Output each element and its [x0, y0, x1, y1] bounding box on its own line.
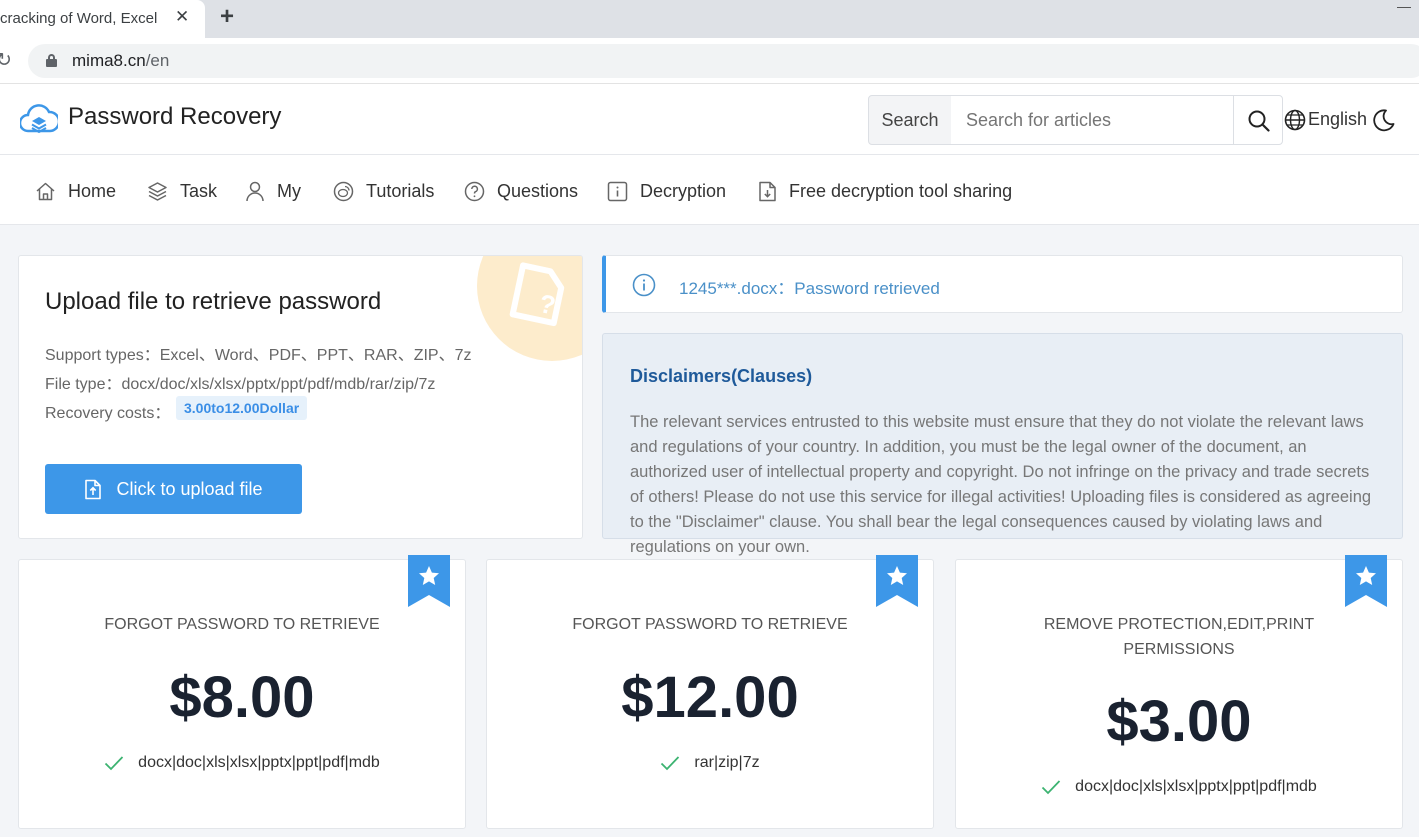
disclaimer-body: The relevant services entrusted to this …: [630, 413, 1372, 556]
upload-title: Upload file to retrieve password: [45, 288, 382, 315]
nav-item-free-tool-sharing[interactable]: Free decryption tool sharing: [758, 179, 1012, 203]
check-icon: [1042, 780, 1061, 795]
dark-mode-icon[interactable]: [1372, 108, 1396, 132]
user-icon: [246, 181, 264, 201]
recovery-cost-label: Recovery costs：: [45, 405, 171, 422]
upload-icon: [85, 479, 102, 499]
search-button[interactable]: [1233, 95, 1283, 145]
price-card[interactable]: FORGOT PASSWORD TO RETRIEVE $8.00 docx|d…: [18, 555, 466, 829]
site-title[interactable]: Password Recovery: [68, 103, 281, 131]
close-tab-icon[interactable]: ✕: [175, 7, 189, 27]
new-tab-icon[interactable]: +: [220, 3, 234, 31]
main-nav: Home Task My Tutorials Questions Decrypt…: [0, 155, 1419, 225]
price-amount: $8.00: [169, 665, 315, 730]
file-types: File type：docx/doc/xls/xlsx/pptx/ppt/pdf…: [45, 376, 436, 393]
question-icon: [464, 181, 485, 201]
price-card[interactable]: REMOVE PROTECTION,EDIT,PRINT PERMISSIONS…: [955, 555, 1403, 829]
star-ribbon-icon: [408, 555, 450, 607]
search-input[interactable]: [951, 95, 1234, 145]
star-ribbon-icon: [1345, 555, 1387, 607]
price-amount: $12.00: [621, 665, 799, 730]
price-formats: docx|doc|xls|xlsx|pptx|ppt|pdf|mdb: [956, 778, 1402, 796]
layers-icon: [148, 181, 167, 201]
address-bar: ↻ mima8.cn/en: [0, 38, 1419, 84]
search-label: Search: [868, 95, 952, 145]
star-ribbon-icon: [876, 555, 918, 607]
nav-item-questions[interactable]: Questions: [464, 179, 578, 203]
price-formats: docx|doc|xls|xlsx|pptx|ppt|pdf|mdb: [19, 754, 465, 772]
download-file-icon: [759, 181, 776, 201]
browser-tab[interactable]: cracking of Word, Excel ✕: [0, 0, 205, 38]
price-formats: rar|zip|7z: [487, 754, 933, 772]
price-plan-name: FORGOT PASSWORD TO RETRIEVE: [572, 616, 848, 633]
recovery-cost-badge: 3.00to12.00Dollar: [176, 396, 308, 420]
url-text[interactable]: mima8.cn/en: [72, 51, 169, 71]
decorative-circle: ?: [477, 256, 582, 361]
language-label: English: [1308, 109, 1368, 129]
nav-item-decryption[interactable]: Decryption: [607, 179, 726, 203]
tab-title: cracking of Word, Excel: [0, 10, 158, 27]
home-icon: [36, 182, 55, 200]
url-field[interactable]: mima8.cn/en: [28, 44, 1419, 78]
price-plan-name: REMOVE PROTECTION,EDIT,PRINT PERMISSIONS: [1043, 616, 1315, 658]
upload-file-button[interactable]: Click to upload file: [45, 464, 302, 514]
price-amount: $3.00: [1106, 689, 1252, 754]
search-icon: [1248, 110, 1270, 132]
disclaimer-title: Disclaimers(Clauses): [630, 366, 813, 386]
upload-card: ? Upload file to retrieve password Suppo…: [18, 255, 583, 539]
file-question-icon: ?: [509, 262, 565, 327]
price-plan-name: FORGOT PASSWORD TO RETRIEVE: [104, 616, 380, 633]
minimize-icon[interactable]: [1397, 7, 1411, 8]
check-icon: [661, 756, 680, 771]
info-icon: [607, 181, 628, 201]
globe-icon: [1284, 109, 1306, 131]
disclaimer-panel: Disclaimers(Clauses) The relevant servic…: [602, 333, 1403, 556]
support-types: Support types：Excel、Word、PDF、PPT、RAR、ZIP…: [45, 347, 472, 364]
price-card[interactable]: FORGOT PASSWORD TO RETRIEVE $12.00 rar|z…: [486, 555, 934, 829]
status-notice: 1245***.docx：Password retrieved: [602, 255, 1403, 313]
lock-icon[interactable]: [46, 54, 57, 67]
site-header: Password Recovery Search English: [0, 84, 1419, 155]
nav-item-home[interactable]: Home: [35, 179, 116, 203]
notice-text[interactable]: 1245***.docx：Password retrieved: [679, 274, 940, 299]
weibo-icon: [333, 181, 354, 201]
reload-icon[interactable]: ↻: [0, 49, 12, 72]
cloud-logo-icon[interactable]: [20, 104, 58, 136]
nav-item-my[interactable]: My: [245, 179, 301, 203]
info-circle-icon: [632, 273, 656, 297]
nav-item-task[interactable]: Task: [147, 179, 217, 203]
nav-item-tutorials[interactable]: Tutorials: [333, 179, 434, 203]
browser-tab-strip: cracking of Word, Excel ✕ +: [0, 0, 1419, 38]
check-icon: [105, 756, 124, 771]
